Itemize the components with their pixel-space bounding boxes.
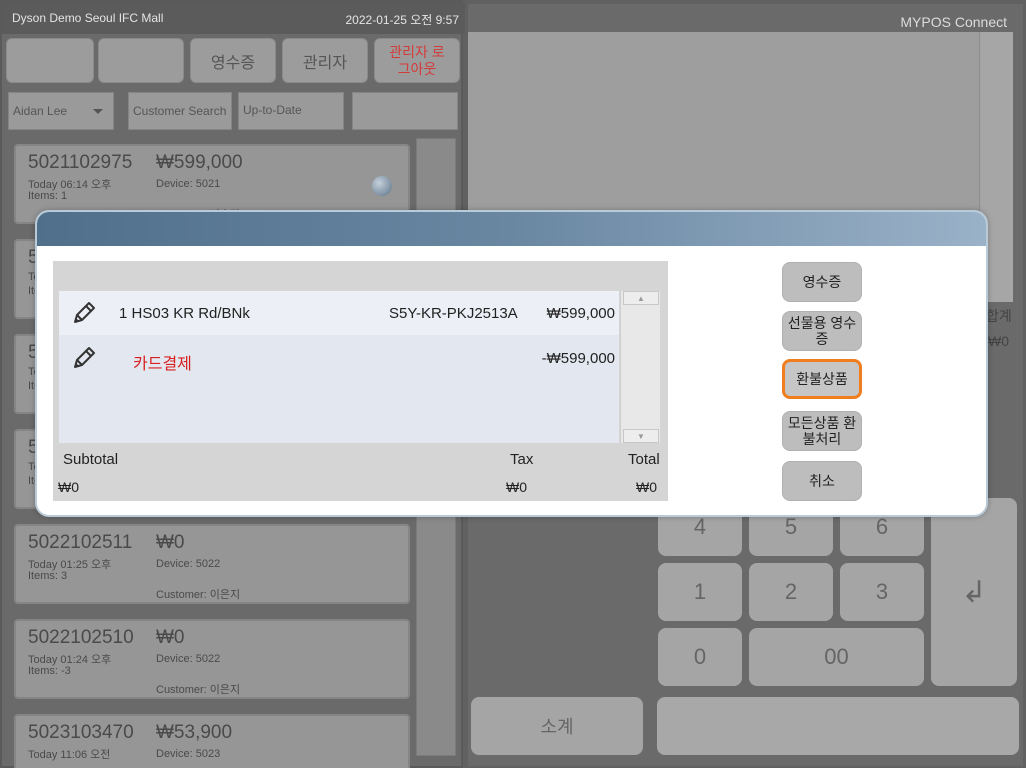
date-filter-field[interactable]: [352, 92, 458, 130]
receipt-list-item[interactable]: 5023103470 ₩53,900 Today 11:06 오전 Device…: [14, 714, 410, 768]
transaction-scrollbar[interactable]: ▲ ▼: [620, 291, 660, 443]
enter-key[interactable]: ↲: [931, 498, 1017, 686]
receipt-list-item[interactable]: 5022102510 ₩0 Today 01:24 오후 Items: -3 D…: [14, 619, 410, 699]
key-0[interactable]: 0: [658, 628, 742, 686]
cancel-button[interactable]: 취소: [782, 461, 862, 501]
receipt-customer: Customer: 이은지: [156, 684, 241, 696]
up-to-date-label: Up-to-Date: [243, 103, 302, 117]
refund-all-button[interactable]: 모든상품 환불처리: [782, 411, 862, 451]
transaction-panel: 1 HS03 KR Rd/BNk S5Y-KR-PKJ2513A ₩599,00…: [53, 261, 668, 501]
line-description: 1 HS03 KR Rd/BNk: [119, 305, 250, 322]
customer-search-button[interactable]: Customer Search: [128, 92, 232, 130]
receipt-time: Today 11:06 오전: [28, 749, 111, 761]
receipt-id: 5023103470: [28, 722, 134, 743]
receipt-id: 5022102511: [28, 532, 133, 553]
receipt-customer: Customer: 이은지: [156, 589, 241, 601]
store-status-bar: Dyson Demo Seoul IFC Mall 2022-01-25 오전 …: [2, 2, 465, 34]
receipt-amount: ₩53,900: [156, 722, 233, 743]
refund-dialog: 1 HS03 KR Rd/BNk S5Y-KR-PKJ2513A ₩599,00…: [35, 210, 988, 517]
customer-search-label: Customer Search: [133, 104, 227, 118]
receipt-button[interactable]: 영수증: [782, 262, 862, 302]
dialog-header: [37, 212, 986, 246]
transaction-line[interactable]: 카드결제 -₩599,000: [59, 336, 619, 380]
payment-description: 카드결제: [133, 356, 192, 373]
receipt-button[interactable]: 영수증: [190, 38, 276, 83]
pay-button[interactable]: [657, 697, 1019, 755]
total-label: 합계: [986, 308, 1012, 324]
blank-button-2[interactable]: [98, 38, 184, 83]
receipt-items: Items: -3: [28, 665, 71, 677]
store-name: Dyson Demo Seoul IFC Mall: [12, 11, 164, 25]
key-00[interactable]: 00: [749, 628, 924, 686]
subtotal-value: ₩0: [58, 479, 79, 495]
scroll-up-icon[interactable]: ▲: [623, 291, 659, 305]
scroll-down-icon[interactable]: ▼: [623, 429, 659, 443]
total-value: ₩0: [988, 333, 1009, 349]
tax-value: ₩0: [506, 479, 527, 495]
staff-select-value: Aidan Lee: [13, 104, 68, 118]
manager-logout-button[interactable]: 관리자 로그아웃: [374, 38, 460, 83]
receipt-id: 5021102975: [28, 152, 133, 173]
chevron-down-icon: [93, 109, 103, 114]
total-label: Total: [628, 451, 660, 468]
receipt-id: 5022102510: [28, 627, 134, 648]
receipt-device: Device: 5021: [156, 178, 221, 190]
pencil-icon[interactable]: [71, 345, 97, 371]
receipt-items: Items: 3: [28, 570, 68, 582]
receipt-device: Device: 5022: [156, 558, 221, 570]
line-amount: ₩599,000: [546, 305, 615, 322]
total-value: ₩0: [636, 479, 657, 495]
receipt-amount: ₩599,000: [156, 152, 243, 173]
transaction-lines: 1 HS03 KR Rd/BNk S5Y-KR-PKJ2513A ₩599,00…: [59, 291, 619, 443]
gift-receipt-button[interactable]: 선물용 영수증: [782, 311, 862, 351]
app-title: MYPOS Connect: [900, 14, 1007, 30]
subtotal-label: Subtotal: [63, 451, 119, 468]
up-to-date-field[interactable]: Up-to-Date: [238, 92, 344, 130]
current-datetime: 2022-01-25 오전 9:57: [345, 13, 460, 27]
receipt-device: Device: 5023: [156, 748, 221, 760]
transaction-line[interactable]: 1 HS03 KR Rd/BNk S5Y-KR-PKJ2513A ₩599,00…: [59, 291, 619, 335]
line-amount: -₩599,000: [541, 350, 615, 367]
receipt-device: Device: 5022: [156, 653, 221, 665]
staff-select[interactable]: Aidan Lee: [8, 92, 114, 130]
refund-item-button[interactable]: 환불상품: [782, 359, 862, 399]
key-2[interactable]: 2: [749, 563, 833, 621]
pencil-icon[interactable]: [71, 300, 97, 326]
blank-button-1[interactable]: [6, 38, 94, 83]
receipt-amount: ₩0: [156, 532, 185, 553]
tax-label: Tax: [510, 451, 534, 468]
key-1[interactable]: 1: [658, 563, 742, 621]
subtotal-button[interactable]: 소계: [471, 697, 643, 755]
receipt-list-item[interactable]: 5022102511 ₩0 Today 01:25 오후 Items: 3 De…: [14, 524, 410, 604]
status-dot-icon: [372, 176, 392, 196]
key-3[interactable]: 3: [840, 563, 924, 621]
receipt-amount: ₩0: [156, 627, 185, 648]
manager-button[interactable]: 관리자: [282, 38, 368, 83]
receipt-items: Items: 1: [28, 190, 68, 202]
line-sku: S5Y-KR-PKJ2513A: [389, 305, 518, 322]
